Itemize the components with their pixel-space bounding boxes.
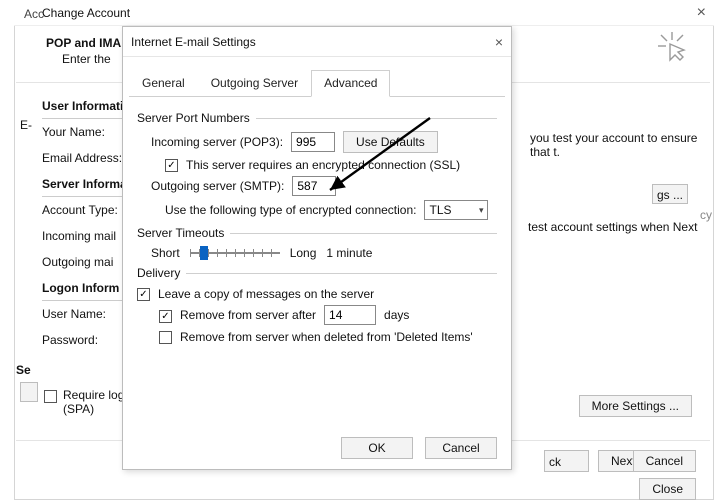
days-label: days: [384, 308, 409, 322]
delivery-label: Delivery: [137, 266, 180, 280]
remove-deleted-label: Remove from server when deleted from 'De…: [180, 330, 473, 344]
outer-close-button[interactable]: Close: [639, 478, 696, 500]
short-label: Short: [151, 246, 180, 260]
back-button-cut[interactable]: ck: [544, 450, 589, 472]
delivery-group: Delivery: [137, 266, 497, 280]
encryption-label: Use the following type of encrypted conn…: [165, 203, 416, 217]
cancel-button[interactable]: Cancel: [425, 437, 497, 459]
server-timeouts-group: Server Timeouts: [137, 226, 497, 240]
timeout-value: 1 minute: [326, 246, 372, 260]
outer-titlebar: Change Account ×: [14, 0, 714, 26]
remove-days-input[interactable]: [324, 305, 376, 325]
encryption-select[interactable]: TLS ▾: [424, 200, 488, 220]
email-settings-dialog: Internet E-mail Settings × General Outgo…: [122, 26, 512, 470]
chevron-down-icon: ▾: [479, 205, 484, 216]
next-test-text: test account settings when Next: [528, 220, 708, 234]
ssl-label: This server requires an encrypted connec…: [186, 158, 460, 172]
tab-general[interactable]: General: [129, 70, 198, 97]
outer-heading: POP and IMA: [46, 36, 121, 50]
outgoing-port-input[interactable]: [292, 176, 336, 196]
incoming-port-input[interactable]: [291, 132, 335, 152]
outer-subheading: Enter the: [62, 52, 111, 66]
divider-icon: [186, 273, 497, 274]
outer-cancel-button[interactable]: Cancel: [633, 450, 696, 472]
leave-copy-label: Leave a copy of messages on the server: [158, 287, 374, 301]
remove-after-checkbox[interactable]: [159, 310, 172, 323]
dialog-body: Server Port Numbers Incoming server (POP…: [123, 97, 511, 356]
server-ports-label: Server Port Numbers: [137, 111, 250, 125]
button-cut-left[interactable]: [20, 382, 38, 402]
checkbox-icon: [44, 390, 57, 403]
more-settings-button[interactable]: More Settings ...: [579, 395, 692, 417]
use-defaults-button[interactable]: Use Defaults: [343, 131, 438, 153]
tab-outgoing-server[interactable]: Outgoing Server: [198, 70, 311, 97]
truncated-e-label: E-: [20, 118, 32, 132]
test-account-text: you test your account to ensure that t.: [530, 131, 708, 159]
incoming-server-label: Incoming server (POP3):: [151, 135, 283, 149]
require-spa-checkbox[interactable]: Require log (SPA): [44, 388, 133, 416]
cursor-click-icon: [656, 30, 688, 62]
dialog-close-icon[interactable]: ×: [495, 34, 503, 50]
dialog-title: Internet E-mail Settings: [131, 35, 256, 49]
remove-deleted-checkbox[interactable]: [159, 331, 172, 344]
timeout-slider[interactable]: [190, 252, 280, 254]
settings-prefix: Se: [16, 363, 31, 377]
tab-advanced[interactable]: Advanced: [311, 70, 390, 97]
ok-button[interactable]: OK: [341, 437, 413, 459]
outer-close-icon[interactable]: ×: [697, 4, 706, 22]
tabs: General Outgoing Server Advanced: [129, 69, 505, 97]
parent-label: Acc: [24, 7, 44, 21]
long-label: Long: [290, 246, 317, 260]
slider-thumb-icon: [200, 246, 208, 260]
dialog-buttons: OK Cancel: [341, 437, 497, 459]
server-ports-group: Server Port Numbers: [137, 111, 497, 125]
outer-title: Change Account: [42, 6, 130, 20]
remove-after-label: Remove from server after: [180, 308, 316, 322]
dialog-titlebar: Internet E-mail Settings ×: [123, 27, 511, 57]
leave-copy-checkbox[interactable]: [137, 288, 150, 301]
divider-icon: [230, 233, 497, 234]
divider-icon: [256, 118, 497, 119]
server-timeouts-label: Server Timeouts: [137, 226, 224, 240]
encryption-value: TLS: [429, 203, 451, 217]
outgoing-server-label: Outgoing server (SMTP):: [151, 179, 284, 193]
ssl-checkbox[interactable]: [165, 159, 178, 172]
settings-button-cut[interactable]: gs ...: [652, 184, 688, 204]
